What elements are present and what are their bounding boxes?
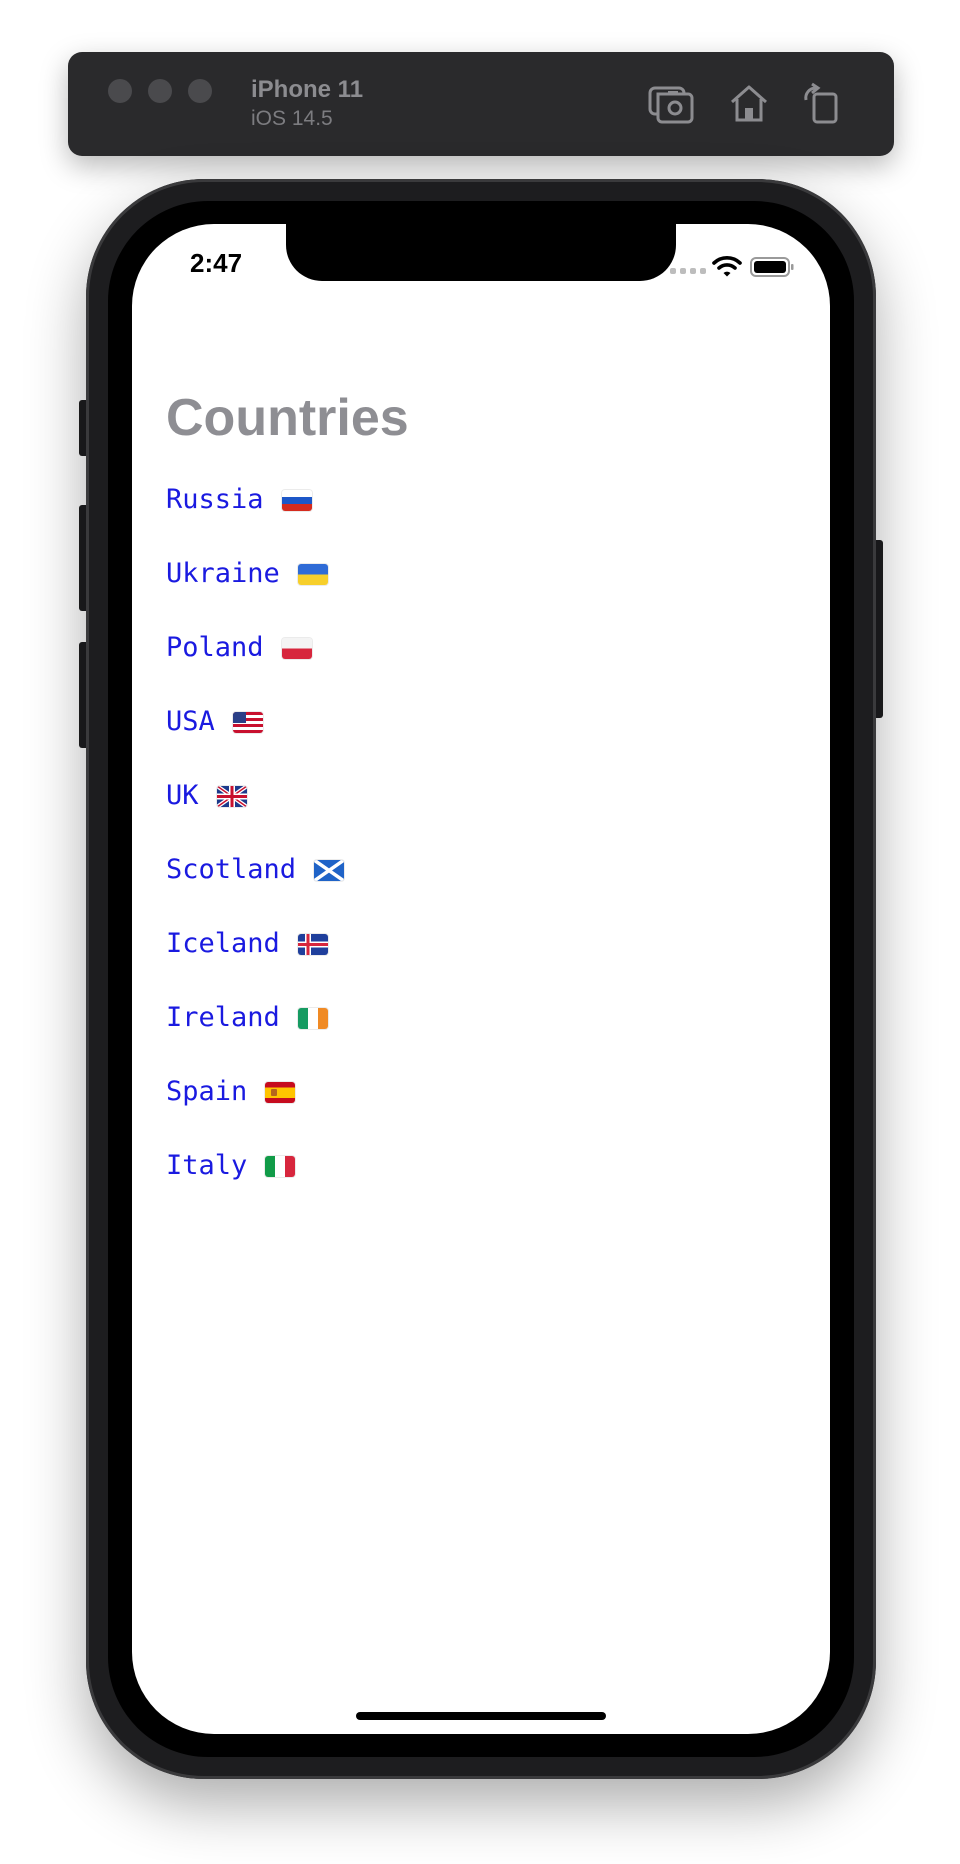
ukraine-flag-icon bbox=[297, 564, 328, 585]
italy-flag-icon bbox=[265, 1156, 296, 1177]
home-indicator[interactable] bbox=[356, 1712, 606, 1720]
country-link-spain[interactable]: Spain bbox=[166, 1076, 344, 1150]
country-name: Iceland bbox=[166, 928, 280, 959]
spain-flag-icon bbox=[265, 1082, 296, 1103]
poland-flag-icon bbox=[281, 638, 312, 659]
uk-flag-icon bbox=[216, 786, 247, 807]
minimize-window-button[interactable] bbox=[148, 79, 172, 103]
country-name: UK bbox=[166, 780, 199, 811]
rotate-icon[interactable] bbox=[800, 82, 846, 124]
scotland-flag-icon bbox=[314, 860, 345, 881]
cellular-signal-icon bbox=[670, 268, 706, 274]
notch bbox=[286, 224, 676, 281]
close-window-button[interactable] bbox=[108, 79, 132, 103]
country-name: Spain bbox=[166, 1076, 248, 1107]
iceland-flag-icon bbox=[297, 934, 328, 955]
status-time: 2:47 bbox=[190, 248, 243, 278]
wifi-icon bbox=[712, 256, 742, 277]
country-name: Poland bbox=[166, 632, 264, 663]
battery-icon bbox=[750, 257, 794, 277]
country-name: USA bbox=[166, 706, 215, 737]
country-link-poland[interactable]: Poland bbox=[166, 632, 344, 706]
country-name: Russia bbox=[166, 484, 264, 515]
home-icon[interactable] bbox=[726, 82, 772, 124]
device-screen: 2:47 Countries Russia Ukraine Poland USA… bbox=[132, 224, 830, 1734]
ireland-flag-icon bbox=[297, 1008, 328, 1029]
country-link-ukraine[interactable]: Ukraine bbox=[166, 558, 344, 632]
country-link-uk[interactable]: UK bbox=[166, 780, 344, 854]
country-name: Ukraine bbox=[166, 558, 280, 589]
country-link-iceland[interactable]: Iceland bbox=[166, 928, 344, 1002]
country-name: Ireland bbox=[166, 1002, 280, 1033]
russia-flag-icon bbox=[281, 490, 312, 511]
country-name: Italy bbox=[166, 1150, 248, 1181]
country-link-scotland[interactable]: Scotland bbox=[166, 854, 345, 928]
country-link-ireland[interactable]: Ireland bbox=[166, 1002, 344, 1076]
country-link-usa[interactable]: USA bbox=[166, 706, 344, 780]
country-list: Russia Ukraine Poland USA UK Scotland Ic… bbox=[166, 484, 345, 1224]
screenshot-icon[interactable] bbox=[648, 82, 694, 124]
usa-flag-icon bbox=[232, 712, 263, 733]
status-indicators bbox=[670, 254, 800, 278]
simulator-device-name: iPhone 11 bbox=[251, 76, 364, 103]
country-link-italy[interactable]: Italy bbox=[166, 1150, 344, 1224]
page-title: Countries bbox=[166, 389, 409, 447]
simulator-os-version: iOS 14.5 bbox=[251, 107, 333, 130]
country-link-russia[interactable]: Russia bbox=[166, 484, 344, 558]
zoom-window-button[interactable] bbox=[188, 79, 212, 103]
country-name: Scotland bbox=[166, 854, 297, 885]
